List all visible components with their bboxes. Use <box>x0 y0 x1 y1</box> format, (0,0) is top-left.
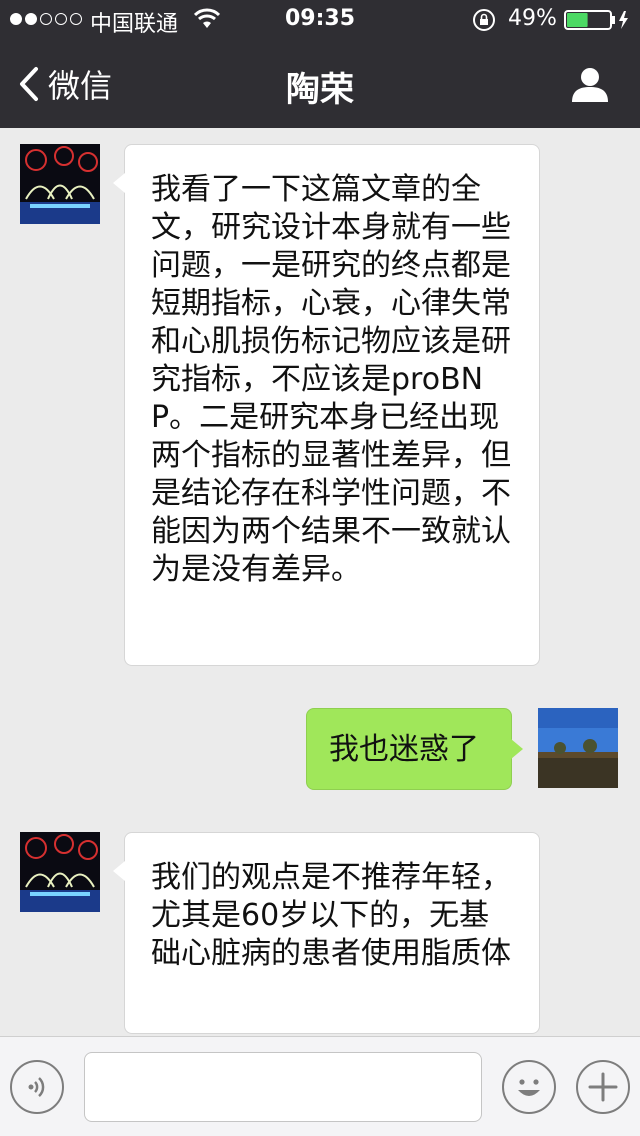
voice-button[interactable] <box>10 1060 64 1114</box>
message-bubble[interactable]: 我看了一下这篇文章的全文，研究设计本身就有一些问题，一是研究的终点都是短期指标，… <box>113 144 540 666</box>
back-label: 微信 <box>48 67 113 105</box>
battery-icon <box>564 10 628 30</box>
more-button[interactable] <box>576 1060 630 1114</box>
avatar[interactable] <box>538 708 618 788</box>
nav-bar: 微信 陶荣 <box>0 40 640 128</box>
status-bar: 中国联通 09:35 49% <box>0 0 640 40</box>
message-bubble[interactable]: 我也迷惑了 <box>306 708 523 790</box>
emoji-button[interactable] <box>502 1060 556 1114</box>
message-input[interactable] <box>84 1052 482 1122</box>
battery-percent: 49% <box>508 6 557 31</box>
message-text: 我们的观点是不推荐年轻，尤其是60岁以下的，无基础心脏病的患者使用脂质体 <box>151 860 511 971</box>
plus-icon <box>588 1072 618 1102</box>
message-text: 我看了一下这篇文章的全文，研究设计本身就有一些问题，一是研究的终点都是短期指标，… <box>151 172 511 587</box>
fireworks-avatar-image <box>20 144 100 224</box>
message-text: 我也迷惑了 <box>329 732 479 767</box>
input-bar <box>0 1036 640 1136</box>
header: 中国联通 09:35 49% 微信 陶荣 <box>0 0 640 128</box>
back-button[interactable]: 微信 <box>18 62 112 106</box>
voice-icon <box>28 1077 45 1097</box>
fireworks-avatar-image <box>20 832 100 912</box>
smiley-icon <box>518 1079 540 1096</box>
person-icon[interactable] <box>570 64 610 104</box>
avatar[interactable] <box>20 144 100 224</box>
landscape-avatar-image <box>538 708 618 788</box>
message-bubble[interactable]: 我们的观点是不推荐年轻，尤其是60岁以下的，无基础心脏病的患者使用脂质体 <box>113 832 540 1034</box>
chevron-left-icon <box>20 67 38 101</box>
rotation-lock-icon <box>473 9 495 31</box>
avatar[interactable] <box>20 832 100 912</box>
